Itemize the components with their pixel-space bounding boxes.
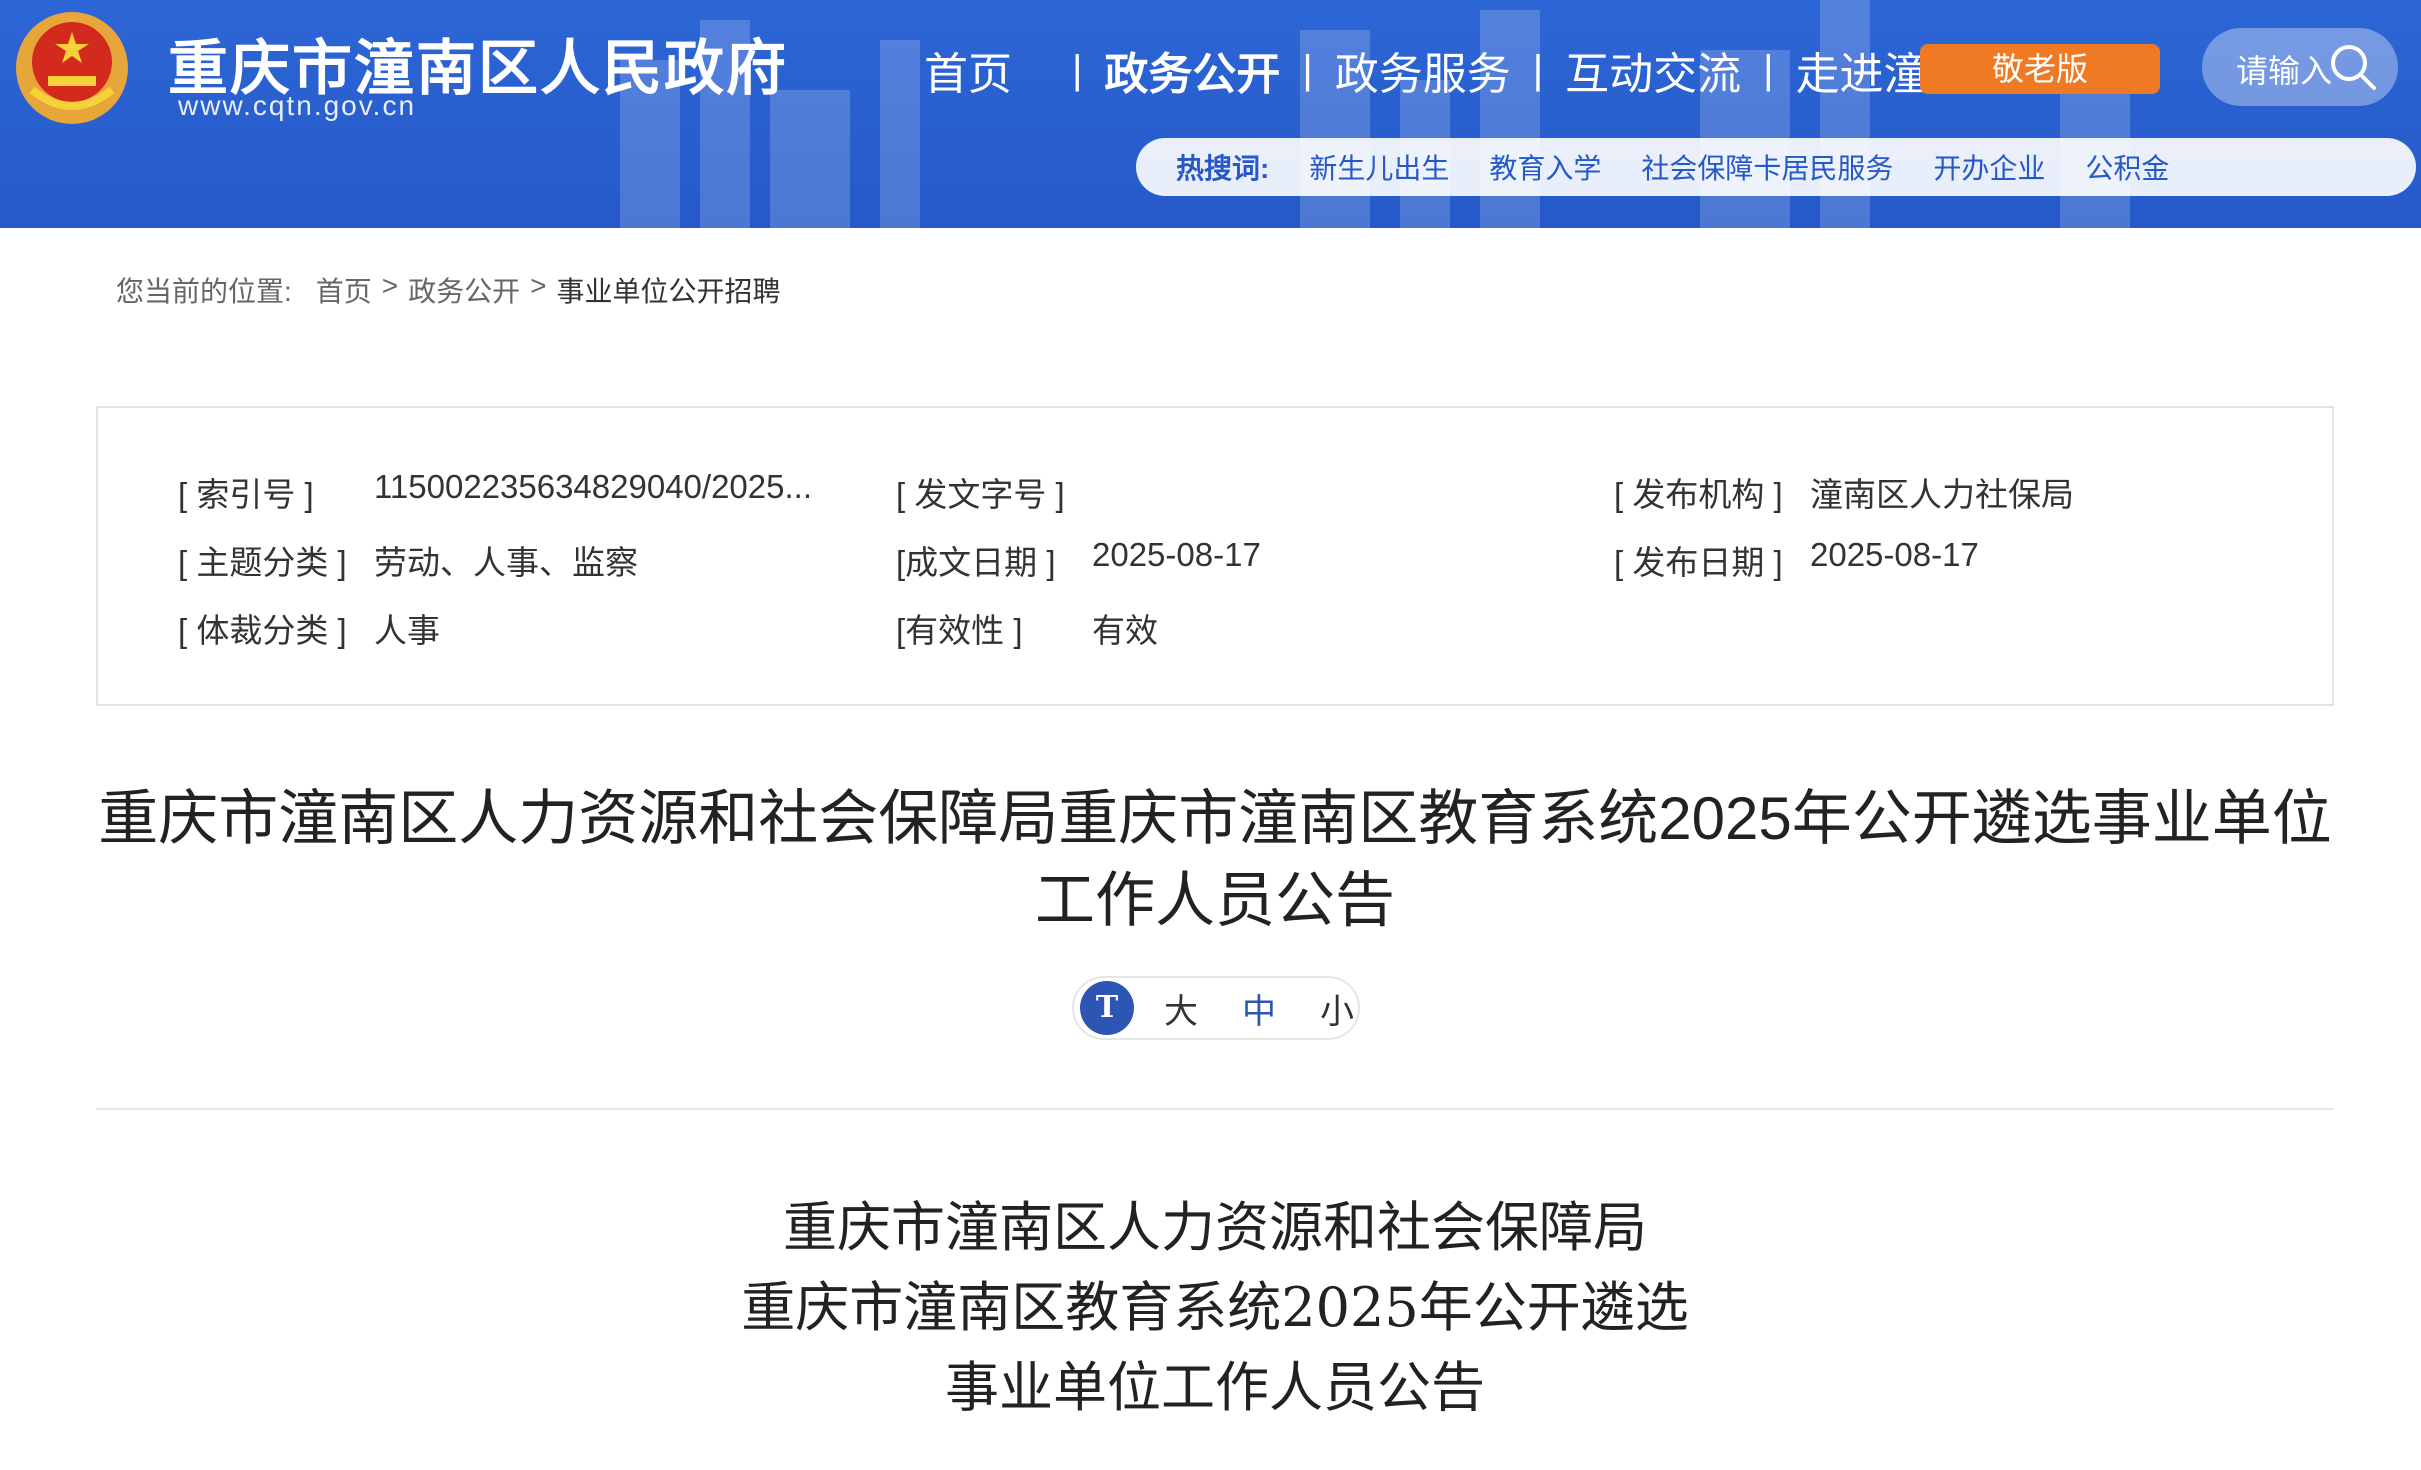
nav-gov-services[interactable]: 政务服务	[1331, 38, 1515, 102]
hot-search-item[interactable]: 开办企业	[1933, 147, 2045, 187]
elder-version-button[interactable]: 敬老版	[1920, 44, 2160, 94]
national-emblem-icon[interactable]	[14, 10, 130, 126]
site-url: www.cqtn.gov.cn	[178, 90, 417, 121]
hot-search-item[interactable]: 公积金	[2085, 147, 2169, 187]
font-size-large-button[interactable]: 大	[1164, 984, 1198, 1033]
hot-search-item[interactable]: 教育入学	[1489, 147, 1601, 187]
article-heading-line: 重庆市潼南区人力资源和社会保障局	[783, 1196, 1647, 1259]
meta-publisher-label: [ 发布机构 ]	[1614, 476, 1783, 513]
meta-validity-label: [有效性 ]	[896, 612, 1023, 649]
search-icon[interactable]	[2328, 42, 2378, 92]
meta-index-value: 115002235634829040/2025...	[374, 468, 812, 505]
meta-written-date-label: [成文日期 ]	[896, 544, 1056, 581]
search-box[interactable]: 请输入	[2202, 28, 2398, 106]
breadcrumb-current[interactable]: 事业单位公开招聘	[557, 270, 781, 310]
meta-doc-no-label: [ 发文字号 ]	[896, 476, 1065, 513]
meta-genre-value: 人事	[374, 612, 440, 649]
nav-separator: |	[1763, 47, 1774, 92]
document-metadata: [ 索引号 ] 115002235634829040/2025... [ 发文字…	[96, 406, 2334, 706]
content-divider	[96, 1108, 2334, 1110]
meta-validity-value: 有效	[1092, 612, 1158, 649]
site-header: 重庆市潼南区人民政府 www.cqtn.gov.cn 首页 | 政务公开 | 政…	[0, 0, 2421, 228]
meta-publisher-value: 潼南区人力社保局	[1810, 476, 2074, 513]
nav-interaction[interactable]: 互动交流	[1561, 38, 1745, 102]
search-input[interactable]: 请输入	[2236, 46, 2336, 92]
breadcrumb-home[interactable]: 首页	[316, 270, 372, 310]
document-title-line: 工作人员公告	[1035, 867, 1395, 934]
nav-separator: |	[1072, 47, 1083, 92]
hot-search-item[interactable]: 新生儿出生	[1309, 147, 1449, 187]
article-heading-line: 重庆市潼南区教育系统2025年公开遴选	[741, 1276, 1689, 1339]
breadcrumb-prefix: 您当前的位置:	[116, 276, 292, 307]
meta-publish-date-value: 2025-08-17	[1810, 536, 1979, 573]
hot-search-label: 热搜词:	[1176, 153, 1270, 184]
nav-gov-affairs-open[interactable]: 政务公开	[1100, 38, 1284, 102]
meta-publish-date-label: [ 发布日期 ]	[1614, 544, 1783, 581]
meta-written-date-value: 2025-08-17	[1092, 536, 1261, 573]
hot-search-item[interactable]: 社会保障卡居民服务	[1641, 147, 1893, 187]
nav-home[interactable]: 首页	[920, 38, 1016, 102]
nav-separator: |	[1302, 47, 1313, 92]
meta-index-label: [ 索引号 ]	[178, 476, 314, 513]
main-nav: 首页 | 政务公开 | 政务服务 | 互动交流 | 走进潼南	[920, 40, 1976, 100]
meta-topic-value: 劳动、人事、监察	[374, 544, 638, 581]
document-title: 重庆市潼南区人力资源和社会保障局重庆市潼南区教育系统2025年公开遴选事业单位 …	[96, 778, 2334, 942]
font-size-medium-button[interactable]: 中	[1242, 984, 1276, 1033]
font-size-control: T 大 中 小	[1072, 976, 1360, 1040]
font-size-small-button[interactable]: 小	[1320, 984, 1354, 1033]
nav-separator: |	[1532, 47, 1544, 92]
text-size-icon: T	[1080, 981, 1134, 1035]
breadcrumb: 您当前的位置: 首页 > 政务公开 > 事业单位公开招聘	[116, 270, 791, 310]
hot-search-bar: 热搜词: 新生儿出生 教育入学 社会保障卡居民服务 开办企业 公积金	[1136, 138, 2416, 196]
article-heading-line: 事业单位工作人员公告	[945, 1356, 1485, 1419]
article-heading: 重庆市潼南区人力资源和社会保障局 重庆市潼南区教育系统2025年公开遴选 事业单…	[96, 1188, 2334, 1428]
breadcrumb-separator: >	[381, 270, 399, 301]
breadcrumb-gov-affairs[interactable]: 政务公开	[408, 270, 520, 310]
document-title-line: 重庆市潼南区人力资源和社会保障局重庆市潼南区教育系统2025年公开遴选事业单位	[98, 785, 2332, 852]
meta-topic-label: [ 主题分类 ]	[178, 544, 347, 581]
breadcrumb-separator: >	[530, 270, 547, 301]
meta-genre-label: [ 体裁分类 ]	[178, 612, 347, 649]
